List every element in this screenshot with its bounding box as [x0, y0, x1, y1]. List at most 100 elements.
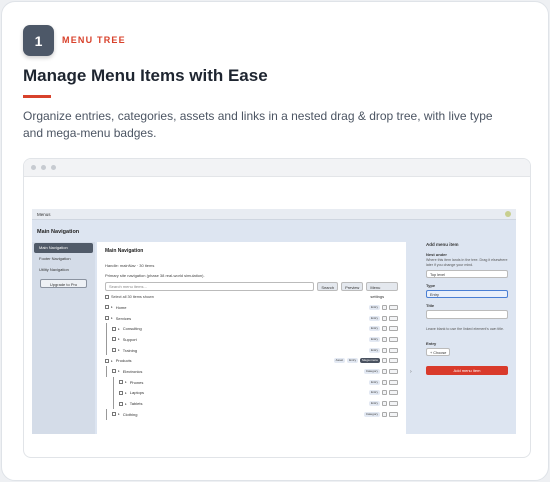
tree-guide-line — [113, 376, 114, 388]
row-checkbox[interactable] — [105, 358, 109, 363]
chevron-right-icon[interactable]: ▸ — [125, 402, 127, 406]
tree-row[interactable]: ▸ Products Asset Entry Mega menu — [105, 355, 398, 366]
tree-row[interactable]: ▸ Laptops Entry — [105, 387, 398, 399]
row-actions: Category — [363, 411, 398, 417]
app-topbar: Menus — [32, 209, 516, 220]
preview-button[interactable]: Preview — [341, 282, 364, 291]
chevron-right-icon[interactable]: ▸ — [125, 391, 127, 395]
row-menu-dropdown[interactable] — [389, 304, 398, 310]
edit-icon[interactable] — [382, 368, 387, 374]
row-checkbox[interactable] — [119, 390, 123, 395]
tree-item-label: Tablets — [129, 401, 143, 407]
tree-row[interactable]: ▸ Tablets Entry — [105, 398, 398, 409]
tree-row[interactable]: ▸ Clothing Category — [105, 408, 398, 420]
chevron-right-icon[interactable]: ▸ — [125, 380, 127, 384]
edit-icon[interactable] — [382, 304, 387, 310]
row-checkbox[interactable] — [112, 348, 116, 353]
edit-icon[interactable] — [382, 358, 387, 364]
chevron-right-icon[interactable]: ▸ — [118, 337, 120, 341]
avatar[interactable] — [505, 211, 511, 217]
tree-item-label: Training — [122, 347, 138, 353]
select-all-label: Select all 30 items shown — [111, 295, 154, 299]
menu-settings-button[interactable]: Menu settings — [366, 282, 398, 299]
type-label: Type — [426, 283, 436, 288]
section-label: MENU TREE — [62, 35, 126, 45]
row-actions: Entry — [368, 315, 398, 321]
type-badge: Entry — [368, 315, 380, 321]
page-title: Main Navigation — [37, 229, 80, 235]
feature-card: 1 MENU TREE Manage Menu Items with Ease … — [1, 1, 549, 481]
edit-icon[interactable] — [382, 315, 387, 321]
tree-guide-line — [106, 344, 107, 356]
sidebar-item-footer-navigation[interactable]: Footer Navigation — [34, 254, 93, 264]
sidebar-item-main-navigation[interactable]: Main Navigation — [34, 243, 93, 253]
tree-row[interactable]: ▸ Support Entry — [105, 334, 398, 345]
edit-icon[interactable] — [382, 336, 387, 342]
nest-select[interactable]: Top level — [426, 270, 508, 278]
tree-guide-line — [106, 366, 107, 377]
edit-icon[interactable] — [382, 347, 387, 353]
edit-icon[interactable] — [382, 401, 387, 407]
tree-row[interactable]: ▸ Electronics Category — [105, 366, 398, 377]
row-checkbox[interactable] — [112, 326, 116, 331]
tree-row[interactable]: ▸ Home Entry — [105, 302, 398, 313]
chevron-right-icon[interactable]: ▸ — [111, 316, 113, 320]
type-badge: Asset — [333, 358, 346, 364]
chevron-right-icon[interactable]: ▸ — [118, 348, 120, 352]
tree-item-label: Services — [115, 315, 132, 321]
step-number-badge: 1 — [23, 25, 54, 56]
edit-icon[interactable] — [382, 411, 387, 417]
chevron-right-icon[interactable]: ▸ — [118, 369, 120, 373]
menu-handle: Handle: mainNav · 30 items — [105, 263, 155, 268]
chevron-right-icon[interactable]: ▸ — [118, 327, 120, 331]
row-menu-dropdown[interactable] — [389, 401, 398, 407]
row-menu-dropdown[interactable] — [389, 336, 398, 342]
tree-guide-line — [106, 408, 107, 420]
search-input[interactable]: Search menu items... — [105, 282, 315, 291]
add-panel-title: Add menu item — [426, 242, 459, 247]
title-input[interactable] — [426, 310, 508, 319]
tree-item-label: Support — [122, 336, 137, 342]
row-menu-dropdown[interactable] — [389, 326, 398, 332]
select-all-checkbox[interactable] — [105, 295, 109, 299]
row-menu-dropdown[interactable] — [389, 358, 398, 364]
row-checkbox[interactable] — [105, 305, 109, 310]
select-all-row[interactable]: Select all 30 items shown — [105, 295, 398, 299]
chevron-right-icon[interactable]: ▸ — [111, 359, 113, 363]
row-checkbox[interactable] — [119, 401, 123, 406]
row-menu-dropdown[interactable] — [389, 411, 398, 417]
row-menu-dropdown[interactable] — [389, 368, 398, 374]
type-select[interactable]: Entry — [426, 290, 508, 298]
edit-icon[interactable] — [382, 379, 387, 385]
tree-row[interactable]: ▸ Consulting Entry — [105, 323, 398, 335]
row-menu-dropdown[interactable] — [389, 390, 398, 396]
tree-row[interactable]: ▸ Phones Entry — [105, 376, 398, 388]
edit-icon[interactable] — [382, 390, 387, 396]
edit-icon[interactable] — [382, 326, 387, 332]
search-button[interactable]: Search — [317, 282, 339, 291]
row-actions: Entry — [368, 326, 398, 332]
menu-subtitle: Primary site navigation (phase 38 real-w… — [105, 273, 205, 278]
tree-row[interactable]: ▸ Training Entry — [105, 344, 398, 356]
row-checkbox[interactable] — [112, 337, 116, 342]
sidebar-item-utility-navigation[interactable]: Utility Navigation — [34, 265, 93, 275]
row-menu-dropdown[interactable] — [389, 315, 398, 321]
type-badge: Entry — [368, 304, 380, 310]
type-badge: Entry — [368, 401, 380, 407]
chevron-right-icon[interactable]: ▸ — [111, 305, 113, 309]
row-checkbox[interactable] — [112, 412, 116, 417]
add-item-panel: Add menu item Nest under Where this item… — [417, 242, 516, 434]
chevron-right-icon[interactable]: ▸ — [118, 412, 120, 416]
row-checkbox[interactable] — [105, 316, 109, 321]
row-checkbox[interactable] — [119, 380, 123, 385]
upgrade-button[interactable]: Upgrade to Pro — [40, 279, 87, 288]
chevron-right-icon[interactable]: › — [410, 369, 412, 375]
row-menu-dropdown[interactable] — [389, 379, 398, 385]
add-menu-item-button[interactable]: Add menu item — [426, 366, 508, 375]
choose-entry-button[interactable]: + Choose — [426, 348, 451, 356]
headline: Manage Menu Items with Ease — [23, 66, 268, 85]
tree-row[interactable]: ▸ Services Entry — [105, 313, 398, 324]
row-menu-dropdown[interactable] — [389, 347, 398, 353]
row-checkbox[interactable] — [112, 369, 116, 374]
sidebar: Main Navigation Footer Navigation Utilit… — [32, 242, 95, 434]
